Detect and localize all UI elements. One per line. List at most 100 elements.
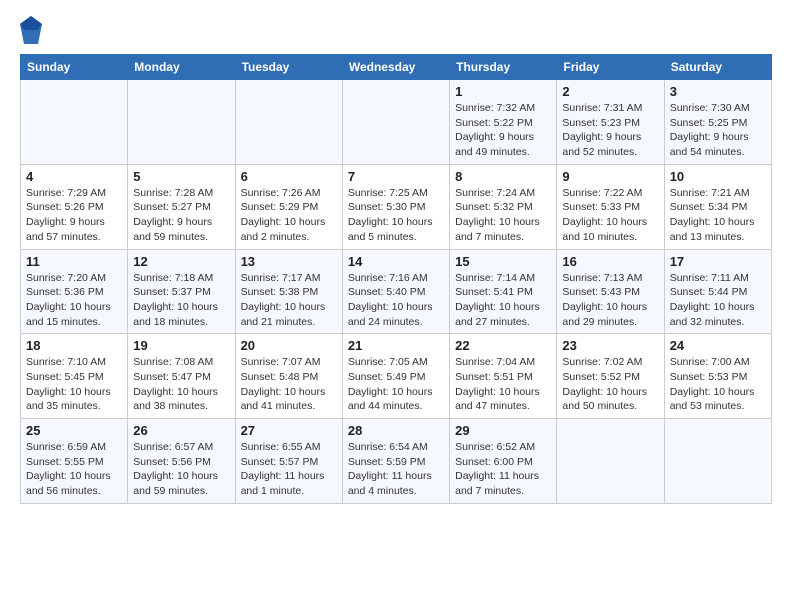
day-info: Sunrise: 7:00 AM Sunset: 5:53 PM Dayligh…: [670, 355, 766, 414]
day-info: Sunrise: 7:17 AM Sunset: 5:38 PM Dayligh…: [241, 271, 337, 330]
day-number: 18: [26, 338, 122, 353]
week-row-5: 25 Sunrise: 6:59 AM Sunset: 5:55 PM Dayli…: [21, 419, 772, 504]
day-info: Sunrise: 6:59 AM Sunset: 5:55 PM Dayligh…: [26, 440, 122, 499]
day-number: 29: [455, 423, 551, 438]
calendar-cell: 21 Sunrise: 7:05 AM Sunset: 5:49 PM Dayli…: [342, 334, 449, 419]
week-row-4: 18Sunrise: 7:10 AM Sunset: 5:45 PM Dayli…: [21, 334, 772, 419]
calendar-cell: 25 Sunrise: 6:59 AM Sunset: 5:55 PM Dayli…: [21, 419, 128, 504]
day-info: Sunrise: 6:54 AM Sunset: 5:59 PM Dayligh…: [348, 440, 444, 499]
calendar-cell: 19 Sunrise: 7:08 AM Sunset: 5:47 PM Dayli…: [128, 334, 235, 419]
calendar-cell: 15 Sunrise: 7:14 AM Sunset: 5:41 PM Dayli…: [450, 249, 557, 334]
calendar-cell: [128, 80, 235, 165]
day-number: 12: [133, 254, 229, 269]
day-info: Sunrise: 7:08 AM Sunset: 5:47 PM Dayligh…: [133, 355, 229, 414]
day-number: 22: [455, 338, 551, 353]
calendar-cell: [235, 80, 342, 165]
day-info: Sunrise: 7:29 AM Sunset: 5:26 PM Dayligh…: [26, 186, 122, 245]
weekday-header-friday: Friday: [557, 55, 664, 80]
calendar-cell: 9 Sunrise: 7:22 AM Sunset: 5:33 PM Daylig…: [557, 164, 664, 249]
calendar-cell: 14 Sunrise: 7:16 AM Sunset: 5:40 PM Dayli…: [342, 249, 449, 334]
day-number: 17: [670, 254, 766, 269]
day-number: 2: [562, 84, 658, 99]
day-info: Sunrise: 7:30 AM Sunset: 5:25 PM Dayligh…: [670, 101, 766, 160]
day-number: 19: [133, 338, 229, 353]
calendar-cell: 24 Sunrise: 7:00 AM Sunset: 5:53 PM Dayli…: [664, 334, 771, 419]
calendar-cell: 26 Sunrise: 6:57 AM Sunset: 5:56 PM Dayli…: [128, 419, 235, 504]
weekday-header-row: SundayMondayTuesdayWednesdayThursdayFrid…: [21, 55, 772, 80]
weekday-header-monday: Monday: [128, 55, 235, 80]
day-info: Sunrise: 7:20 AM Sunset: 5:36 PM Dayligh…: [26, 271, 122, 330]
day-number: 28: [348, 423, 444, 438]
calendar-cell: 23 Sunrise: 7:02 AM Sunset: 5:52 PM Dayli…: [557, 334, 664, 419]
calendar-cell: 5Sunrise: 7:28 AM Sunset: 5:27 PM Daylig…: [128, 164, 235, 249]
day-info: Sunrise: 6:55 AM Sunset: 5:57 PM Dayligh…: [241, 440, 337, 499]
day-info: Sunrise: 7:25 AM Sunset: 5:30 PM Dayligh…: [348, 186, 444, 245]
logo-icon: [20, 16, 42, 44]
day-number: 4: [26, 169, 122, 184]
calendar-cell: [21, 80, 128, 165]
day-number: 8: [455, 169, 551, 184]
day-info: Sunrise: 7:16 AM Sunset: 5:40 PM Dayligh…: [348, 271, 444, 330]
calendar-cell: 12 Sunrise: 7:18 AM Sunset: 5:37 PM Dayli…: [128, 249, 235, 334]
page-header: [20, 16, 772, 44]
day-number: 13: [241, 254, 337, 269]
day-number: 26: [133, 423, 229, 438]
day-info: Sunrise: 7:28 AM Sunset: 5:27 PM Dayligh…: [133, 186, 229, 245]
day-info: Sunrise: 7:05 AM Sunset: 5:49 PM Dayligh…: [348, 355, 444, 414]
day-number: 3: [670, 84, 766, 99]
calendar-cell: 11Sunrise: 7:20 AM Sunset: 5:36 PM Dayli…: [21, 249, 128, 334]
day-info: Sunrise: 7:18 AM Sunset: 5:37 PM Dayligh…: [133, 271, 229, 330]
calendar-cell: 4 Sunrise: 7:29 AM Sunset: 5:26 PM Daylig…: [21, 164, 128, 249]
day-number: 21: [348, 338, 444, 353]
day-number: 15: [455, 254, 551, 269]
calendar-cell: 10 Sunrise: 7:21 AM Sunset: 5:34 PM Dayli…: [664, 164, 771, 249]
calendar-cell: 2 Sunrise: 7:31 AM Sunset: 5:23 PM Daylig…: [557, 80, 664, 165]
calendar-cell: 1 Sunrise: 7:32 AM Sunset: 5:22 PM Daylig…: [450, 80, 557, 165]
week-row-3: 11Sunrise: 7:20 AM Sunset: 5:36 PM Dayli…: [21, 249, 772, 334]
weekday-header-saturday: Saturday: [664, 55, 771, 80]
day-info: Sunrise: 7:14 AM Sunset: 5:41 PM Dayligh…: [455, 271, 551, 330]
day-info: Sunrise: 7:13 AM Sunset: 5:43 PM Dayligh…: [562, 271, 658, 330]
day-info: Sunrise: 7:32 AM Sunset: 5:22 PM Dayligh…: [455, 101, 551, 160]
weekday-header-tuesday: Tuesday: [235, 55, 342, 80]
calendar-cell: 16 Sunrise: 7:13 AM Sunset: 5:43 PM Dayli…: [557, 249, 664, 334]
calendar-cell: 17 Sunrise: 7:11 AM Sunset: 5:44 PM Dayli…: [664, 249, 771, 334]
week-row-1: 1 Sunrise: 7:32 AM Sunset: 5:22 PM Daylig…: [21, 80, 772, 165]
day-info: Sunrise: 6:57 AM Sunset: 5:56 PM Dayligh…: [133, 440, 229, 499]
calendar-cell: 28 Sunrise: 6:54 AM Sunset: 5:59 PM Dayli…: [342, 419, 449, 504]
weekday-header-sunday: Sunday: [21, 55, 128, 80]
calendar-table: SundayMondayTuesdayWednesdayThursdayFrid…: [20, 54, 772, 504]
day-number: 20: [241, 338, 337, 353]
day-number: 7: [348, 169, 444, 184]
day-number: 10: [670, 169, 766, 184]
weekday-header-wednesday: Wednesday: [342, 55, 449, 80]
calendar-cell: 20 Sunrise: 7:07 AM Sunset: 5:48 PM Dayli…: [235, 334, 342, 419]
day-info: Sunrise: 6:52 AM Sunset: 6:00 PM Dayligh…: [455, 440, 551, 499]
day-number: 16: [562, 254, 658, 269]
weekday-header-thursday: Thursday: [450, 55, 557, 80]
day-info: Sunrise: 7:31 AM Sunset: 5:23 PM Dayligh…: [562, 101, 658, 160]
day-info: Sunrise: 7:21 AM Sunset: 5:34 PM Dayligh…: [670, 186, 766, 245]
calendar-cell: [342, 80, 449, 165]
calendar-cell: 3 Sunrise: 7:30 AM Sunset: 5:25 PM Daylig…: [664, 80, 771, 165]
day-info: Sunrise: 7:04 AM Sunset: 5:51 PM Dayligh…: [455, 355, 551, 414]
day-number: 24: [670, 338, 766, 353]
day-number: 14: [348, 254, 444, 269]
day-number: 25: [26, 423, 122, 438]
calendar-cell: 29 Sunrise: 6:52 AM Sunset: 6:00 PM Dayli…: [450, 419, 557, 504]
calendar-cell: [557, 419, 664, 504]
day-info: Sunrise: 7:02 AM Sunset: 5:52 PM Dayligh…: [562, 355, 658, 414]
calendar-cell: 27Sunrise: 6:55 AM Sunset: 5:57 PM Dayli…: [235, 419, 342, 504]
calendar-cell: 7 Sunrise: 7:25 AM Sunset: 5:30 PM Daylig…: [342, 164, 449, 249]
calendar-cell: [664, 419, 771, 504]
day-info: Sunrise: 7:22 AM Sunset: 5:33 PM Dayligh…: [562, 186, 658, 245]
day-number: 6: [241, 169, 337, 184]
day-number: 23: [562, 338, 658, 353]
calendar-cell: 18Sunrise: 7:10 AM Sunset: 5:45 PM Dayli…: [21, 334, 128, 419]
day-number: 9: [562, 169, 658, 184]
day-number: 1: [455, 84, 551, 99]
logo: [20, 16, 46, 44]
day-info: Sunrise: 7:11 AM Sunset: 5:44 PM Dayligh…: [670, 271, 766, 330]
day-info: Sunrise: 7:07 AM Sunset: 5:48 PM Dayligh…: [241, 355, 337, 414]
calendar-cell: 13 Sunrise: 7:17 AM Sunset: 5:38 PM Dayli…: [235, 249, 342, 334]
